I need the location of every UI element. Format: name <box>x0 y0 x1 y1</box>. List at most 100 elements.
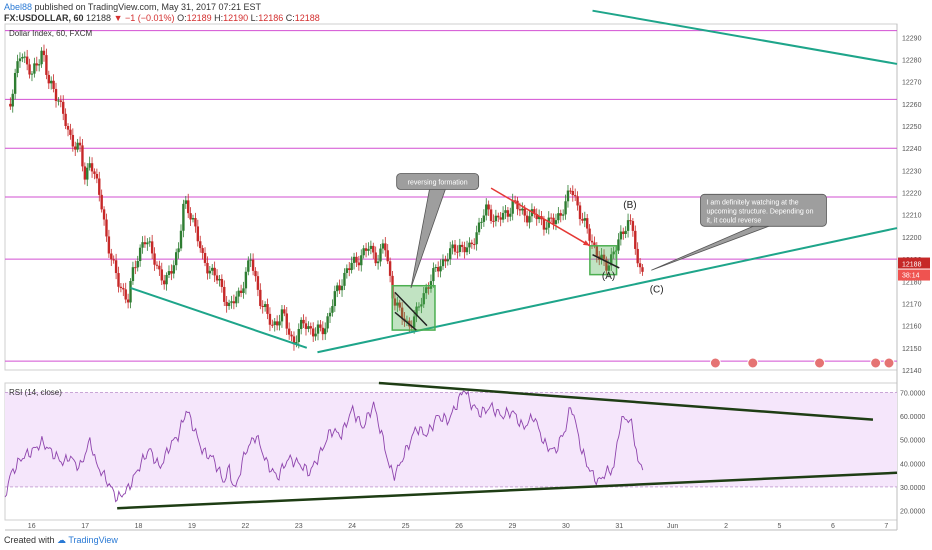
flag-icon <box>883 357 895 369</box>
candle-body <box>624 230 627 235</box>
candle-body <box>336 285 339 292</box>
candle-body <box>83 166 87 180</box>
candle-body <box>583 218 586 221</box>
candle-body <box>348 268 351 271</box>
candle-body <box>494 215 498 222</box>
tradingview-brand[interactable]: TradingView <box>68 535 118 545</box>
candle-body <box>28 64 31 75</box>
candle-body <box>107 236 111 254</box>
candle-body <box>566 190 570 202</box>
price-tick-label: 12250 <box>902 124 922 131</box>
rsi-title: RSI (14, close) <box>9 388 62 397</box>
candle-body <box>338 285 341 291</box>
candle-body <box>194 218 197 227</box>
candle-body <box>564 201 567 215</box>
candle-body <box>112 259 115 261</box>
candle-body <box>215 275 219 281</box>
candle-body <box>501 212 505 220</box>
rsi-tick-label: 30.0000 <box>900 485 925 492</box>
candle-body <box>129 281 132 303</box>
candle-body <box>372 245 375 253</box>
candle-body <box>631 221 635 231</box>
candle-body <box>141 242 144 248</box>
candle-body <box>232 301 236 304</box>
price-tick-label: 12140 <box>902 368 922 375</box>
flag-icon <box>709 357 721 369</box>
candle-body <box>203 252 207 263</box>
footer: Created with ☁ TradingView <box>4 535 118 546</box>
rsi-band <box>5 392 897 487</box>
candle-body <box>309 326 312 329</box>
candle-body <box>525 215 529 223</box>
candle-body <box>256 276 260 290</box>
candle-body <box>374 252 377 264</box>
candle-body <box>552 217 555 224</box>
candle-body <box>523 208 526 216</box>
candle-body <box>586 218 589 229</box>
candle-body <box>485 204 488 216</box>
candle-body <box>641 267 644 272</box>
candle-body <box>134 267 137 269</box>
candle-body <box>184 200 188 204</box>
candle-body <box>162 280 166 285</box>
candle-body <box>25 56 29 65</box>
candle-body <box>285 313 288 329</box>
price-tick-label: 12290 <box>902 35 922 42</box>
candle-body <box>492 220 495 222</box>
time-tick-label: 16 <box>28 523 36 530</box>
candle-body <box>364 248 368 251</box>
candle-body <box>230 301 233 303</box>
candle-body <box>554 220 558 224</box>
candle-body <box>516 200 519 210</box>
candle-body <box>131 267 135 282</box>
candle-body <box>528 216 531 223</box>
candle-body <box>542 219 546 230</box>
candle-body <box>307 326 310 329</box>
wave-label: (B) <box>623 200 636 211</box>
candle-body <box>578 205 582 220</box>
candle-body <box>227 302 231 307</box>
candle-body <box>465 247 469 253</box>
candle-body <box>235 296 238 304</box>
candle-body <box>244 271 248 289</box>
candle-body <box>273 321 276 325</box>
candle-body <box>16 61 19 73</box>
candle-body <box>451 244 454 249</box>
candle-body <box>573 195 577 197</box>
time-tick-label: 30 <box>562 523 570 530</box>
candle-body <box>463 246 466 253</box>
candle-body <box>66 126 70 130</box>
candle-body <box>482 215 486 222</box>
price-tick-label: 12270 <box>902 80 922 87</box>
candle-body <box>71 134 75 147</box>
candle-body <box>376 261 380 264</box>
candle-body <box>153 253 156 265</box>
candle-body <box>105 219 108 237</box>
candle-body <box>593 242 596 246</box>
time-tick-label: 29 <box>509 523 517 530</box>
candle-body <box>172 265 175 274</box>
chart-title: Dollar Index, 60, FXCM <box>9 29 92 38</box>
chart-canvas[interactable]: 12290 12280 12270 12260 12250 12240 12230 12220… <box>0 0 932 535</box>
candle-body <box>333 291 337 307</box>
candle-body <box>263 304 267 308</box>
time-tick-label: 23 <box>295 523 303 530</box>
candle-body <box>146 242 149 245</box>
candle-body <box>557 213 560 221</box>
candle-body <box>626 220 630 231</box>
candle-body <box>170 271 173 274</box>
candle-body <box>40 50 43 65</box>
candle-body <box>165 275 168 285</box>
time-tick-label: 19 <box>188 523 196 530</box>
candle-body <box>187 200 190 214</box>
candle-body <box>619 231 623 240</box>
candle-body <box>446 259 449 262</box>
candle-body <box>629 220 632 222</box>
candle-body <box>143 242 147 245</box>
candle-body <box>196 226 200 242</box>
candle-body <box>225 301 228 307</box>
rsi-tick-label: 70.0000 <box>900 390 925 397</box>
candle-body <box>297 328 300 343</box>
candle-body <box>242 288 245 294</box>
candle-body <box>174 252 178 266</box>
